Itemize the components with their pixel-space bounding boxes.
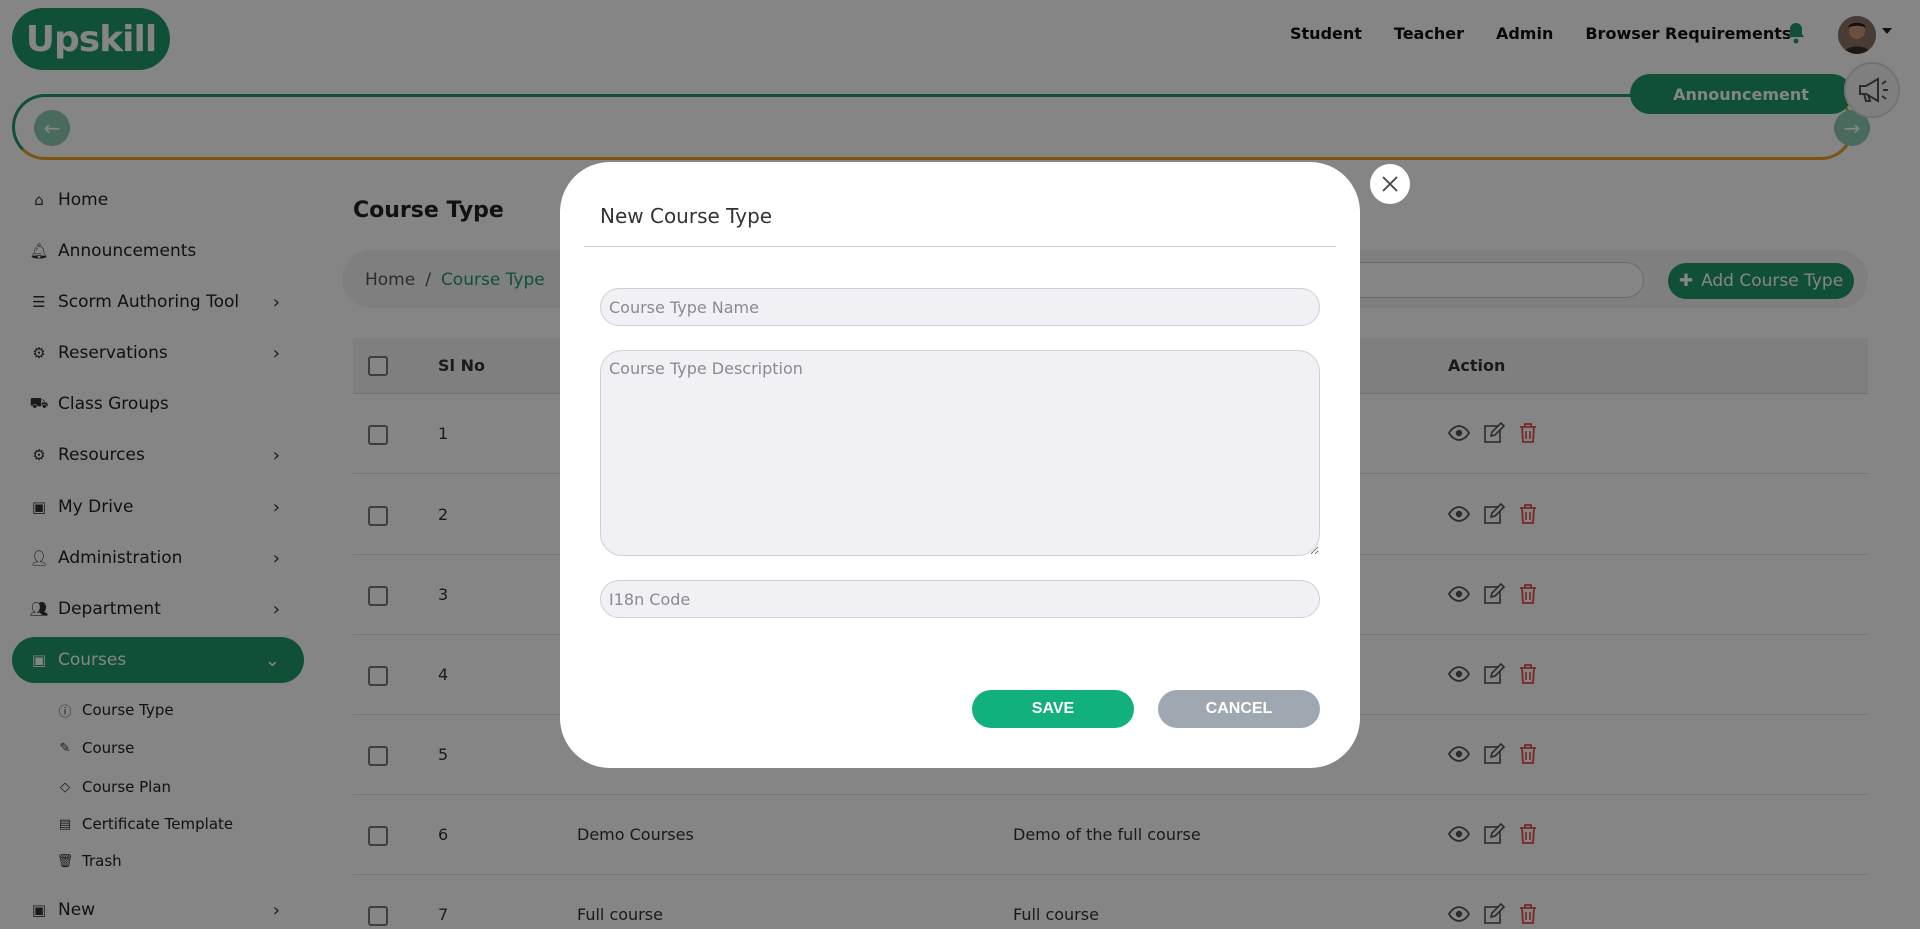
cancel-button[interactable]: CANCEL [1158, 690, 1320, 728]
i18n-code-input[interactable] [600, 580, 1320, 618]
close-icon [1382, 176, 1398, 192]
dialog-title: New Course Type [600, 204, 773, 228]
course-type-name-input[interactable] [600, 288, 1320, 326]
new-course-type-dialog: New Course Type SAVE CANCEL [560, 162, 1360, 768]
close-dialog-button[interactable] [1370, 164, 1410, 204]
save-button[interactable]: SAVE [972, 690, 1134, 728]
course-type-description-input[interactable] [600, 350, 1320, 556]
dialog-divider [584, 246, 1336, 247]
